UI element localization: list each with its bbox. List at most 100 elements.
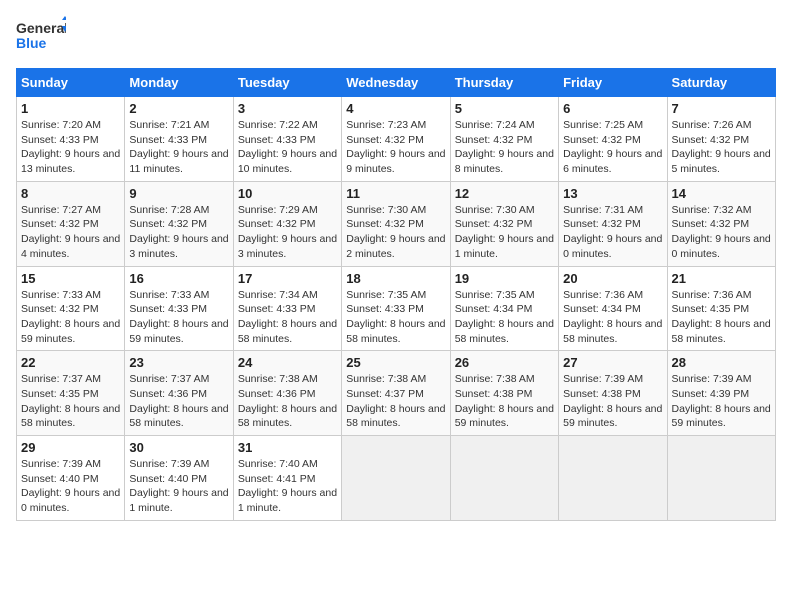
- day-info: Sunrise: 7:39 AMSunset: 4:39 PMDaylight:…: [672, 372, 771, 431]
- calendar-cell: 7Sunrise: 7:26 AMSunset: 4:32 PMDaylight…: [667, 97, 775, 182]
- calendar-cell: 5Sunrise: 7:24 AMSunset: 4:32 PMDaylight…: [450, 97, 558, 182]
- day-number: 13: [563, 186, 662, 201]
- day-info: Sunrise: 7:39 AMSunset: 4:40 PMDaylight:…: [21, 457, 120, 516]
- calendar-cell: 30 Sunrise: 7:39 AMSunset: 4:40 PMDayligh…: [125, 436, 233, 521]
- calendar-cell: 14 Sunrise: 7:32 AMSunset: 4:32 PMDayligh…: [667, 181, 775, 266]
- calendar-week-1: 8 Sunrise: 7:27 AMSunset: 4:32 PMDaylight…: [17, 181, 776, 266]
- calendar-cell: 17 Sunrise: 7:34 AMSunset: 4:33 PMDayligh…: [233, 266, 341, 351]
- day-number: 20: [563, 271, 662, 286]
- day-info: Sunrise: 7:21 AMSunset: 4:33 PMDaylight:…: [129, 118, 228, 177]
- calendar-cell: 22 Sunrise: 7:37 AMSunset: 4:35 PMDayligh…: [17, 351, 125, 436]
- day-info: Sunrise: 7:37 AMSunset: 4:35 PMDaylight:…: [21, 372, 120, 431]
- day-info: Sunrise: 7:36 AMSunset: 4:34 PMDaylight:…: [563, 288, 662, 347]
- day-info: Sunrise: 7:38 AMSunset: 4:36 PMDaylight:…: [238, 372, 337, 431]
- calendar-cell: 18Sunrise: 7:35 AMSunset: 4:33 PMDayligh…: [342, 266, 450, 351]
- day-info: Sunrise: 7:33 AMSunset: 4:32 PMDaylight:…: [21, 288, 120, 347]
- day-number: 21: [672, 271, 771, 286]
- calendar-cell: [559, 436, 667, 521]
- calendar-cell: 3 Sunrise: 7:22 AMSunset: 4:33 PMDaylight…: [233, 97, 341, 182]
- day-number: 14: [672, 186, 771, 201]
- day-info: Sunrise: 7:34 AMSunset: 4:33 PMDaylight:…: [238, 288, 337, 347]
- header-thursday: Thursday: [450, 69, 558, 97]
- day-number: 17: [238, 271, 337, 286]
- calendar-week-2: 15 Sunrise: 7:33 AMSunset: 4:32 PMDayligh…: [17, 266, 776, 351]
- day-number: 28: [672, 355, 771, 370]
- day-number: 10: [238, 186, 337, 201]
- day-info: Sunrise: 7:32 AMSunset: 4:32 PMDaylight:…: [672, 203, 771, 262]
- header-sunday: Sunday: [17, 69, 125, 97]
- calendar-table: SundayMondayTuesdayWednesdayThursdayFrid…: [16, 68, 776, 521]
- day-info: Sunrise: 7:36 AMSunset: 4:35 PMDaylight:…: [672, 288, 771, 347]
- day-number: 31: [238, 440, 337, 455]
- day-number: 19: [455, 271, 554, 286]
- day-info: Sunrise: 7:29 AMSunset: 4:32 PMDaylight:…: [238, 203, 337, 262]
- day-number: 8: [21, 186, 120, 201]
- day-info: Sunrise: 7:37 AMSunset: 4:36 PMDaylight:…: [129, 372, 228, 431]
- calendar-cell: 12 Sunrise: 7:30 AMSunset: 4:32 PMDayligh…: [450, 181, 558, 266]
- day-info: Sunrise: 7:27 AMSunset: 4:32 PMDaylight:…: [21, 203, 120, 262]
- day-info: Sunrise: 7:33 AMSunset: 4:33 PMDaylight:…: [129, 288, 228, 347]
- logo-svg: General Blue: [16, 16, 66, 56]
- calendar-cell: [342, 436, 450, 521]
- calendar-week-0: 1 Sunrise: 7:20 AMSunset: 4:33 PMDaylight…: [17, 97, 776, 182]
- calendar-cell: 26 Sunrise: 7:38 AMSunset: 4:38 PMDayligh…: [450, 351, 558, 436]
- calendar-cell: [667, 436, 775, 521]
- day-number: 25: [346, 355, 445, 370]
- day-number: 26: [455, 355, 554, 370]
- header-saturday: Saturday: [667, 69, 775, 97]
- day-info: Sunrise: 7:28 AMSunset: 4:32 PMDaylight:…: [129, 203, 228, 262]
- day-number: 24: [238, 355, 337, 370]
- calendar-cell: [450, 436, 558, 521]
- day-info: Sunrise: 7:30 AMSunset: 4:32 PMDaylight:…: [346, 203, 445, 262]
- day-info: Sunrise: 7:39 AMSunset: 4:40 PMDaylight:…: [129, 457, 228, 516]
- day-info: Sunrise: 7:38 AMSunset: 4:37 PMDaylight:…: [346, 372, 445, 431]
- calendar-cell: 8 Sunrise: 7:27 AMSunset: 4:32 PMDaylight…: [17, 181, 125, 266]
- calendar-cell: 23 Sunrise: 7:37 AMSunset: 4:36 PMDayligh…: [125, 351, 233, 436]
- day-info: Sunrise: 7:20 AMSunset: 4:33 PMDaylight:…: [21, 118, 120, 177]
- day-number: 11: [346, 186, 445, 201]
- calendar-week-3: 22 Sunrise: 7:37 AMSunset: 4:35 PMDayligh…: [17, 351, 776, 436]
- calendar-header-row: SundayMondayTuesdayWednesdayThursdayFrid…: [17, 69, 776, 97]
- day-info: Sunrise: 7:39 AMSunset: 4:38 PMDaylight:…: [563, 372, 662, 431]
- header-monday: Monday: [125, 69, 233, 97]
- calendar-cell: 24 Sunrise: 7:38 AMSunset: 4:36 PMDayligh…: [233, 351, 341, 436]
- day-info: Sunrise: 7:31 AMSunset: 4:32 PMDaylight:…: [563, 203, 662, 262]
- header-wednesday: Wednesday: [342, 69, 450, 97]
- day-number: 18: [346, 271, 445, 286]
- day-number: 12: [455, 186, 554, 201]
- day-info: Sunrise: 7:35 AMSunset: 4:34 PMDaylight:…: [455, 288, 554, 347]
- day-info: Sunrise: 7:22 AMSunset: 4:33 PMDaylight:…: [238, 118, 337, 177]
- day-number: 23: [129, 355, 228, 370]
- calendar-cell: 28 Sunrise: 7:39 AMSunset: 4:39 PMDayligh…: [667, 351, 775, 436]
- day-number: 6: [563, 101, 662, 116]
- calendar-cell: 25 Sunrise: 7:38 AMSunset: 4:37 PMDayligh…: [342, 351, 450, 436]
- calendar-cell: 15 Sunrise: 7:33 AMSunset: 4:32 PMDayligh…: [17, 266, 125, 351]
- day-number: 1: [21, 101, 120, 116]
- day-number: 30: [129, 440, 228, 455]
- day-info: Sunrise: 7:24 AMSunset: 4:32 PMDaylight:…: [455, 118, 554, 177]
- calendar-week-4: 29 Sunrise: 7:39 AMSunset: 4:40 PMDayligh…: [17, 436, 776, 521]
- calendar-cell: 4Sunrise: 7:23 AMSunset: 4:32 PMDaylight…: [342, 97, 450, 182]
- calendar-cell: 31Sunrise: 7:40 AMSunset: 4:41 PMDayligh…: [233, 436, 341, 521]
- calendar-cell: 27 Sunrise: 7:39 AMSunset: 4:38 PMDayligh…: [559, 351, 667, 436]
- header-friday: Friday: [559, 69, 667, 97]
- day-number: 9: [129, 186, 228, 201]
- day-number: 16: [129, 271, 228, 286]
- day-number: 3: [238, 101, 337, 116]
- day-number: 15: [21, 271, 120, 286]
- day-info: Sunrise: 7:23 AMSunset: 4:32 PMDaylight:…: [346, 118, 445, 177]
- calendar-cell: 16 Sunrise: 7:33 AMSunset: 4:33 PMDayligh…: [125, 266, 233, 351]
- calendar-cell: 2Sunrise: 7:21 AMSunset: 4:33 PMDaylight…: [125, 97, 233, 182]
- calendar-cell: 29 Sunrise: 7:39 AMSunset: 4:40 PMDayligh…: [17, 436, 125, 521]
- calendar-cell: 20 Sunrise: 7:36 AMSunset: 4:34 PMDayligh…: [559, 266, 667, 351]
- day-number: 27: [563, 355, 662, 370]
- svg-text:General: General: [16, 20, 66, 36]
- day-info: Sunrise: 7:38 AMSunset: 4:38 PMDaylight:…: [455, 372, 554, 431]
- day-info: Sunrise: 7:25 AMSunset: 4:32 PMDaylight:…: [563, 118, 662, 177]
- day-number: 22: [21, 355, 120, 370]
- svg-text:Blue: Blue: [16, 35, 47, 51]
- day-info: Sunrise: 7:26 AMSunset: 4:32 PMDaylight:…: [672, 118, 771, 177]
- day-info: Sunrise: 7:30 AMSunset: 4:32 PMDaylight:…: [455, 203, 554, 262]
- calendar-cell: 11 Sunrise: 7:30 AMSunset: 4:32 PMDayligh…: [342, 181, 450, 266]
- day-number: 29: [21, 440, 120, 455]
